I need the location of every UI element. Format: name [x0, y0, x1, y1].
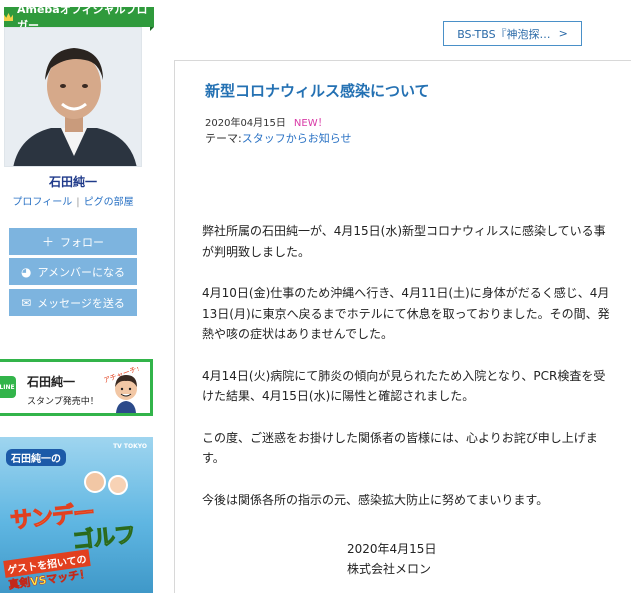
- line-banner-sub: スタンプ発売中！: [27, 397, 99, 407]
- line-banner-name: 石田純一: [27, 375, 76, 389]
- theme-label: テーマ:: [205, 132, 242, 145]
- mail-icon: ✉: [21, 295, 32, 310]
- article-paragraph: この度、ご迷惑をお掛けした関係者の皆様には、心よりお詫び申し上げます。: [202, 430, 598, 466]
- related-article-label: BS-TBS『神泡探…: [457, 27, 551, 41]
- golf-banner-strip: 石田純一の: [6, 449, 66, 466]
- profile-links: プロフィール | ピグの部屋: [0, 193, 146, 208]
- new-badge: NEW！: [293, 118, 328, 129]
- cartoon-face-icon: アチャーチ！: [104, 367, 140, 413]
- amember-button[interactable]: ◕ アメンバーになる: [9, 258, 137, 285]
- article-paragraph: 4月10日(金)仕事のため沖縄へ行き、4月11日(土)に身体がだるく感じ、4月1…: [202, 286, 610, 341]
- signature-date: 2020年4月15日: [347, 542, 437, 556]
- article: 新型コロナウィルス感染について 2020年04月15日 NEW！ テーマ:スタッフ…: [174, 60, 631, 593]
- article-signature: 2020年4月15日 株式会社メロン: [347, 539, 436, 579]
- follow-button-label: フォロー: [60, 235, 104, 249]
- host-face-icon: [84, 471, 106, 493]
- article-title[interactable]: 新型コロナウィルス感染について: [205, 80, 430, 101]
- official-blogger-badge: Amebaオフィシャルブロガー: [4, 3, 154, 32]
- line-logo: LINE: [0, 376, 16, 398]
- sunday-golf-banner[interactable]: TV TOKYO 石田純一の サンデー ゴルフ ゲストを招いての 真剣VSマッチ…: [0, 437, 153, 593]
- message-button[interactable]: ✉ メッセージを送る: [9, 289, 137, 316]
- related-article-button[interactable]: BS-TBS『神泡探… >: [443, 21, 582, 46]
- blogger-name[interactable]: 石田純一: [0, 173, 146, 190]
- guest-face-icon: [108, 475, 128, 495]
- link-separator: |: [76, 197, 80, 208]
- amember-button-label: アメンバーになる: [37, 265, 125, 279]
- article-paragraph: 4月14日(火)病院にて肺炎の傾向が見られたため入院となり、PCR検査を受けた結…: [202, 368, 606, 404]
- article-paragraph: 今後は関係各所の指示の元、感染拡大防止に努めてまいります。: [202, 492, 549, 507]
- ameba-icon: ◕: [21, 264, 32, 279]
- crown-icon: [4, 13, 13, 21]
- follow-button[interactable]: ＋ フォロー: [9, 228, 137, 255]
- article-body: 弊社所属の石田純一が、4月15日(水)新型コロナウィルスに感染している事が判明致…: [202, 221, 612, 531]
- tv-tokyo-logo: TV TOKYO: [113, 443, 147, 450]
- plus-icon: ＋: [41, 235, 54, 249]
- theme-link[interactable]: スタッフからお知らせ: [242, 132, 352, 145]
- avatar-photo: [5, 28, 141, 166]
- profile-link[interactable]: プロフィール: [12, 197, 72, 208]
- message-button-label: メッセージを送る: [37, 296, 125, 310]
- line-stamp-banner[interactable]: LINE 石田純一 スタンプ発売中！ アチャーチ！: [0, 359, 153, 416]
- article-paragraph: 弊社所属の石田純一が、4月15日(水)新型コロナウィルスに感染している事が判明致…: [202, 224, 606, 259]
- signature-company: 株式会社メロン: [347, 562, 432, 576]
- chevron-right-icon: >: [558, 27, 568, 40]
- avatar[interactable]: [4, 27, 142, 167]
- sidebar: Amebaオフィシャルブロガー 石田純一 プロフィール | ピグの部屋 ＋ フォロー…: [0, 0, 160, 593]
- article-date-text: 2020年04月15日: [205, 118, 286, 129]
- pigg-room-link[interactable]: ピグの部屋: [84, 197, 134, 208]
- article-date: 2020年04月15日 NEW！: [205, 114, 328, 129]
- article-theme: テーマ:スタッフからお知らせ: [205, 130, 352, 146]
